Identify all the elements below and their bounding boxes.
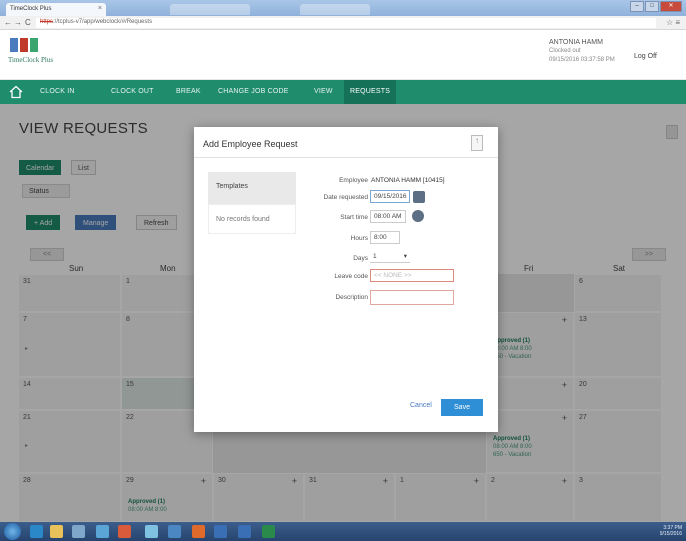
app-icon[interactable] xyxy=(96,525,109,538)
media-icon[interactable] xyxy=(72,525,85,538)
folder-icon[interactable] xyxy=(50,525,63,538)
employee-label: Employee xyxy=(339,177,368,184)
url-scheme: https xyxy=(40,19,54,25)
start-time-input[interactable]: 08:00 AM xyxy=(370,210,406,223)
logoff-link[interactable]: Log Off xyxy=(634,53,657,60)
browser-menu-icon[interactable]: ☆ ≡ xyxy=(666,18,680,27)
minimize-button[interactable]: – xyxy=(630,1,644,12)
leave-code-label: Leave code xyxy=(334,273,368,280)
employee-value: ANTONIA HAMM [10415] xyxy=(371,177,445,184)
ie-icon[interactable] xyxy=(30,525,43,538)
maximize-button[interactable]: □ xyxy=(645,1,659,12)
description-input[interactable] xyxy=(370,290,454,305)
forward-icon[interactable]: → xyxy=(14,18,22,27)
hours-input[interactable]: 8:00 xyxy=(370,231,400,244)
window-close-button[interactable]: ✕ xyxy=(660,1,682,12)
browser-tab-title: TimeClock Plus xyxy=(10,6,52,12)
reload-icon[interactable]: C xyxy=(25,18,31,27)
home-icon[interactable] xyxy=(9,85,23,99)
date-label: Date requested xyxy=(323,194,368,201)
leave-code-select[interactable]: << NONE >> xyxy=(370,269,454,282)
tab-close-icon[interactable]: × xyxy=(98,5,102,12)
back-icon[interactable]: ← xyxy=(4,18,12,27)
app-icon-3[interactable] xyxy=(168,525,181,538)
calendar-icon[interactable] xyxy=(413,191,425,203)
dialog-title: Add Employee Request xyxy=(203,139,298,149)
url-input[interactable]: https://tcplus-v7/app/webclock/#/Request… xyxy=(36,18,656,28)
nav-view[interactable]: VIEW xyxy=(314,88,333,95)
browser-tab-inactive-2[interactable] xyxy=(300,4,370,15)
user-status: Clocked out xyxy=(549,48,581,54)
outlook-icon[interactable] xyxy=(214,525,227,538)
browser-tab-inactive[interactable] xyxy=(170,4,250,15)
chrome-icon[interactable] xyxy=(118,525,131,538)
dialog-divider xyxy=(194,157,498,158)
excel-icon[interactable] xyxy=(262,525,275,538)
office-icon[interactable] xyxy=(192,525,205,538)
app-icon-2[interactable] xyxy=(145,525,158,538)
date-input[interactable]: 09/15/2016 xyxy=(370,190,410,203)
address-bar: ← → C https://tcplus-v7/app/webclock/#/R… xyxy=(0,16,686,30)
chevron-down-icon: ▾ xyxy=(403,253,407,260)
clock-icon[interactable] xyxy=(412,210,424,222)
url-path: ://tcplus-v7/app/webclock/#/Requests xyxy=(53,19,153,25)
cancel-button[interactable]: Cancel xyxy=(410,402,432,409)
logo-text: TimeClock Plus xyxy=(8,56,54,64)
days-value: 1 xyxy=(373,253,377,260)
user-info: ANTONIA HAMM Clocked out 09/15/2016 03:3… xyxy=(549,38,615,65)
dialog-close-button[interactable]: ↑ xyxy=(471,135,483,151)
word-icon[interactable] xyxy=(238,525,251,538)
save-button[interactable]: Save xyxy=(441,399,483,416)
os-taskbar: 3:37 PM 9/15/2016 xyxy=(0,522,686,541)
browser-tab[interactable]: TimeClock Plus × xyxy=(6,3,106,16)
browser-tab-bar: TimeClock Plus × – □ ✕ xyxy=(0,0,686,16)
user-datetime: 09/15/2016 03:37:58 PM xyxy=(549,57,615,63)
nav-clock-in[interactable]: CLOCK IN xyxy=(40,88,75,95)
system-tray-clock[interactable]: 3:37 PM 9/15/2016 xyxy=(660,525,682,537)
nav-change-job-code[interactable]: CHANGE JOB CODE xyxy=(218,88,289,95)
description-label: Description xyxy=(335,294,368,301)
main-nav: CLOCK IN CLOCK OUT BREAK CHANGE JOB CODE… xyxy=(0,80,686,104)
nav-clock-out[interactable]: CLOCK OUT xyxy=(111,88,154,95)
user-name: ANTONIA HAMM xyxy=(549,39,603,46)
logo-icon xyxy=(10,38,38,52)
add-request-dialog: Add Employee Request ↑ Templates No reco… xyxy=(194,127,498,432)
app-header: TimeClock Plus ANTONIA HAMM Clocked out … xyxy=(0,30,686,80)
start-time-label: Start time xyxy=(340,214,368,221)
hours-label: Hours xyxy=(350,235,368,242)
start-button[interactable] xyxy=(4,523,21,540)
nav-requests[interactable]: REQUESTS xyxy=(344,80,397,104)
window-controls: – □ ✕ xyxy=(630,1,682,12)
nav-break[interactable]: BREAK xyxy=(176,88,201,95)
days-select[interactable]: 1 ▾ xyxy=(370,251,410,263)
days-label: Days xyxy=(353,255,368,262)
